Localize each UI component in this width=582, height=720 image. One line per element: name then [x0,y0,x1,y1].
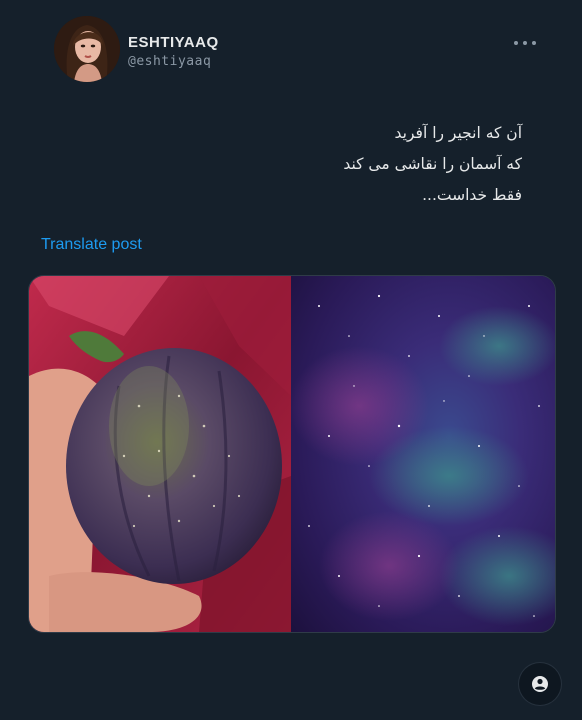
account-circle-icon [532,676,548,692]
post-text-line: فقط خداست... [422,186,522,204]
avatar[interactable] [54,16,120,82]
display-name[interactable]: ESHTIYAAQ [128,34,219,51]
post-media[interactable] [28,275,556,633]
account-circle-button[interactable] [519,663,561,705]
user-info: ESHTIYAAQ @eshtiyaaq [128,34,219,69]
post-header: ESHTIYAAQ @eshtiyaaq [54,16,544,82]
avatar-portrait-icon [54,16,120,82]
post-text-line: آن که انجیر را آفرید [394,124,522,142]
user-handle[interactable]: @eshtiyaaq [128,54,219,69]
more-horizontal-icon[interactable] [512,36,538,50]
translate-post-link[interactable]: Translate post [41,236,142,254]
post-text: آن که انجیر را آفرید که آسمان را نقاشی م… [62,118,522,211]
post-text-line: که آسمان را نقاشی می کند [343,155,522,173]
galaxy-image [289,276,555,632]
fig-image [29,276,291,632]
